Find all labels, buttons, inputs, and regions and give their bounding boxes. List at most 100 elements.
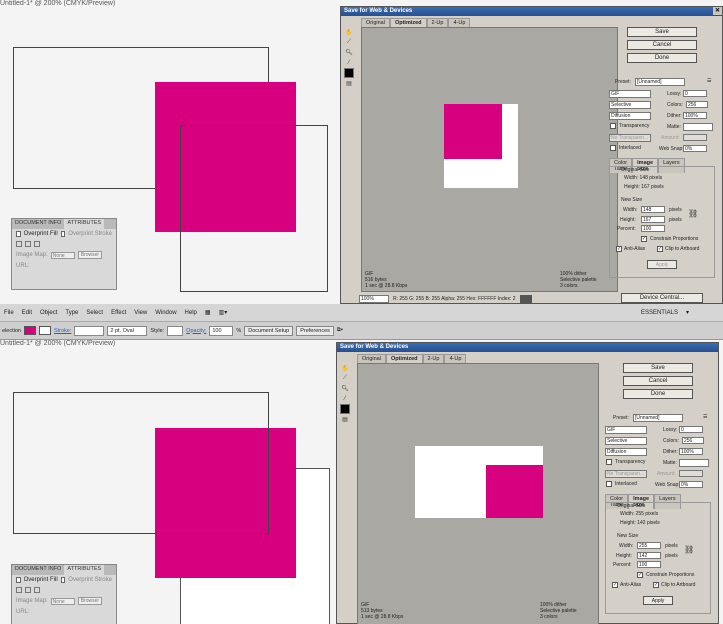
cancel-button[interactable]: Cancel: [623, 376, 693, 386]
reduction-select[interactable]: Selective: [605, 437, 647, 445]
height-input[interactable]: 142: [637, 552, 661, 559]
preview-browser-icon[interactable]: [519, 294, 532, 304]
colors-input[interactable]: 256: [682, 437, 704, 444]
fill-swatch[interactable]: [23, 326, 36, 335]
menu-file[interactable]: File: [0, 310, 18, 316]
lossy-input[interactable]: 0: [679, 426, 703, 433]
menu-view[interactable]: View: [130, 310, 151, 316]
menu-effect[interactable]: Effect: [107, 310, 130, 316]
chain-link-icon[interactable]: ⛓: [684, 545, 694, 554]
interlaced-checkbox[interactable]: [606, 481, 612, 487]
eyedropper-icon[interactable]: ⁄: [344, 58, 354, 67]
menu-object[interactable]: Object: [36, 310, 61, 316]
apply-button[interactable]: Apply: [643, 596, 673, 605]
bridge-icon[interactable]: ▦: [201, 309, 215, 316]
tab-document-info[interactable]: DOCUMENT INFO: [12, 565, 64, 575]
interlaced-checkbox[interactable]: [610, 145, 616, 151]
transparency-checkbox[interactable]: [610, 123, 616, 129]
amount-input[interactable]: [679, 470, 703, 477]
arrange-documents-icon[interactable]: ▥▾: [215, 309, 232, 316]
align-icon[interactable]: [16, 587, 22, 593]
percent-input[interactable]: 100: [637, 561, 661, 568]
height-input[interactable]: 167: [641, 216, 665, 223]
lossy-input[interactable]: 0: [683, 90, 707, 97]
format-select[interactable]: GIF: [605, 426, 647, 434]
save-button[interactable]: Save: [623, 363, 693, 373]
done-button[interactable]: Done: [627, 53, 697, 63]
constrain-checkbox[interactable]: ✓: [641, 236, 647, 242]
constrain-checkbox[interactable]: ✓: [637, 572, 643, 578]
width-input[interactable]: 255: [637, 542, 661, 549]
antialias-checkbox[interactable]: ✓: [616, 246, 622, 252]
eyedropper-color-swatch[interactable]: [344, 68, 354, 78]
zoom-tool-icon[interactable]: 🔍︎: [344, 48, 354, 57]
overprint-fill-checkbox[interactable]: [16, 577, 21, 583]
align-icon[interactable]: [25, 587, 31, 593]
hand-tool-icon[interactable]: ✋: [340, 364, 350, 373]
clip-artboard-checkbox[interactable]: ✓: [657, 246, 663, 252]
matte-select[interactable]: [679, 459, 709, 467]
websnap-input[interactable]: 0%: [679, 481, 703, 488]
align-icon[interactable]: [34, 587, 40, 593]
optimize-menu-icon[interactable]: ☰: [707, 78, 711, 84]
device-central-button[interactable]: Device Central...: [621, 293, 703, 303]
arrange-icon[interactable]: ⧉▾: [337, 327, 343, 334]
dither-algorithm-select[interactable]: Diffusion: [605, 448, 647, 456]
cancel-button[interactable]: Cancel: [627, 40, 697, 50]
tab-4up[interactable]: 4-Up: [448, 18, 471, 27]
preset-select[interactable]: [Unnamed]: [633, 414, 683, 422]
menu-edit[interactable]: Edit: [18, 310, 36, 316]
align-icon[interactable]: [16, 241, 22, 247]
overprint-stroke-checkbox[interactable]: [60, 577, 66, 583]
hand-tool-icon[interactable]: ✋: [344, 28, 354, 37]
tab-original[interactable]: Original: [361, 18, 390, 27]
websnap-input[interactable]: 0%: [683, 145, 707, 152]
document-setup-button[interactable]: Document Setup: [244, 325, 294, 336]
opacity-label[interactable]: Opacity:: [186, 328, 206, 334]
transparency-dither-select[interactable]: No Transparen...: [609, 134, 651, 142]
preset-select[interactable]: [Unnamed]: [635, 78, 685, 86]
toggle-slices-icon[interactable]: ▤: [344, 79, 354, 88]
dither-input[interactable]: 100%: [679, 448, 703, 455]
brush-select[interactable]: 2 pt. Oval: [107, 325, 148, 336]
close-icon[interactable]: ✕: [713, 7, 722, 15]
tab-document-info[interactable]: DOCUMENT INFO: [12, 219, 64, 229]
chain-link-icon[interactable]: ⛓: [688, 209, 698, 218]
workspace-switcher[interactable]: ESSENTIALS: [637, 310, 682, 316]
apply-button[interactable]: Apply: [647, 260, 677, 269]
eyedropper-color-swatch[interactable]: [340, 404, 350, 414]
dither-algorithm-select[interactable]: Diffusion: [609, 112, 651, 120]
clip-artboard-checkbox[interactable]: ✓: [653, 582, 659, 588]
tab-2up[interactable]: 2-Up: [422, 354, 445, 363]
style-select[interactable]: [167, 325, 184, 336]
zoom-select[interactable]: 100%: [359, 295, 389, 303]
menu-window[interactable]: Window: [151, 310, 180, 316]
align-icon[interactable]: [34, 241, 40, 247]
transparency-dither-select[interactable]: No Transparen...: [605, 470, 647, 478]
slice-select-icon[interactable]: ⟋: [344, 38, 354, 47]
tab-original[interactable]: Original: [357, 354, 386, 363]
format-select[interactable]: GIF: [609, 90, 651, 98]
chevron-down-icon[interactable]: ▾: [682, 309, 693, 316]
matte-select[interactable]: [683, 123, 713, 131]
tab-2up[interactable]: 2-Up: [426, 18, 449, 27]
zoom-tool-icon[interactable]: 🔍︎: [340, 384, 350, 393]
dither-input[interactable]: 100%: [683, 112, 707, 119]
tab-optimized[interactable]: Optimized: [389, 18, 427, 27]
done-button[interactable]: Done: [623, 389, 693, 399]
browser-button[interactable]: Browser: [77, 597, 103, 605]
width-input[interactable]: 148: [641, 206, 665, 213]
optimize-menu-icon[interactable]: ☰: [703, 414, 707, 420]
white-rect-outline[interactable]: [180, 125, 328, 292]
reduction-select[interactable]: Selective: [609, 101, 651, 109]
menu-help[interactable]: Help: [181, 310, 201, 316]
toggle-slices-icon[interactable]: ▤: [340, 415, 350, 424]
save-button[interactable]: Save: [627, 27, 697, 37]
overprint-fill-checkbox[interactable]: [16, 231, 21, 237]
colors-input[interactable]: 256: [686, 101, 708, 108]
antialias-checkbox[interactable]: ✓: [612, 582, 618, 588]
transparency-checkbox[interactable]: [606, 459, 612, 465]
overprint-stroke-checkbox[interactable]: [60, 231, 66, 237]
preferences-button[interactable]: Preferences: [296, 325, 334, 336]
tab-4up[interactable]: 4-Up: [444, 354, 467, 363]
